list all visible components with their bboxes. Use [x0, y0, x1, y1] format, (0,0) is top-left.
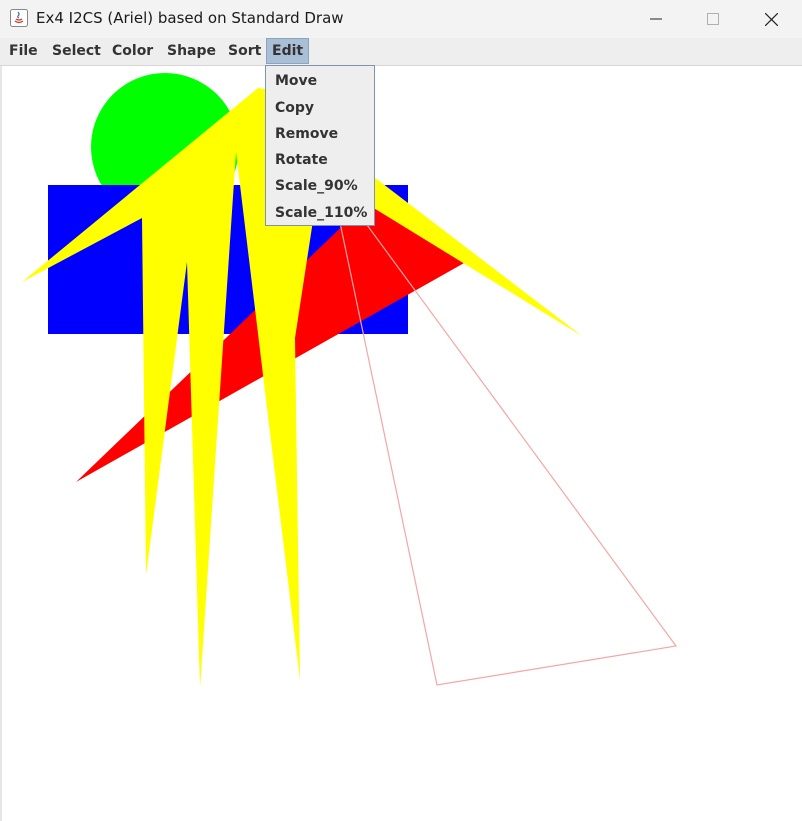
- menu-item-rotate[interactable]: Rotate: [275, 152, 328, 168]
- edit-dropdown-menu: Move Copy Remove Rotate Scale_90% Scale_…: [265, 65, 375, 226]
- menu-item-copy[interactable]: Copy: [275, 100, 314, 116]
- menu-item-scale-90[interactable]: Scale_90%: [275, 178, 358, 194]
- menu-item-scale-110[interactable]: Scale_110%: [275, 205, 367, 221]
- close-button[interactable]: [742, 0, 800, 38]
- minimize-button[interactable]: [627, 0, 685, 38]
- menu-item-remove[interactable]: Remove: [275, 126, 338, 142]
- maximize-icon: [707, 13, 719, 25]
- menu-color[interactable]: Color: [107, 38, 158, 64]
- title-bar: Ex4 I2CS (Ariel) based on Standard Draw: [0, 0, 802, 38]
- maximize-button[interactable]: [684, 0, 742, 38]
- menu-select[interactable]: Select: [47, 38, 106, 64]
- menu-sort[interactable]: Sort: [223, 38, 266, 64]
- drawing-canvas[interactable]: [0, 66, 802, 821]
- window-title: Ex4 I2CS (Ariel) based on Standard Draw: [36, 9, 344, 27]
- close-icon: [764, 12, 778, 26]
- menu-bar: File Select Color Shape Sort Edit: [0, 38, 802, 66]
- minimize-icon: [650, 18, 662, 20]
- menu-file[interactable]: File: [4, 38, 43, 64]
- menu-edit[interactable]: Edit: [266, 38, 310, 64]
- menu-shape[interactable]: Shape: [162, 38, 221, 64]
- java-app-icon: [10, 9, 28, 27]
- menu-item-move[interactable]: Move: [275, 73, 317, 89]
